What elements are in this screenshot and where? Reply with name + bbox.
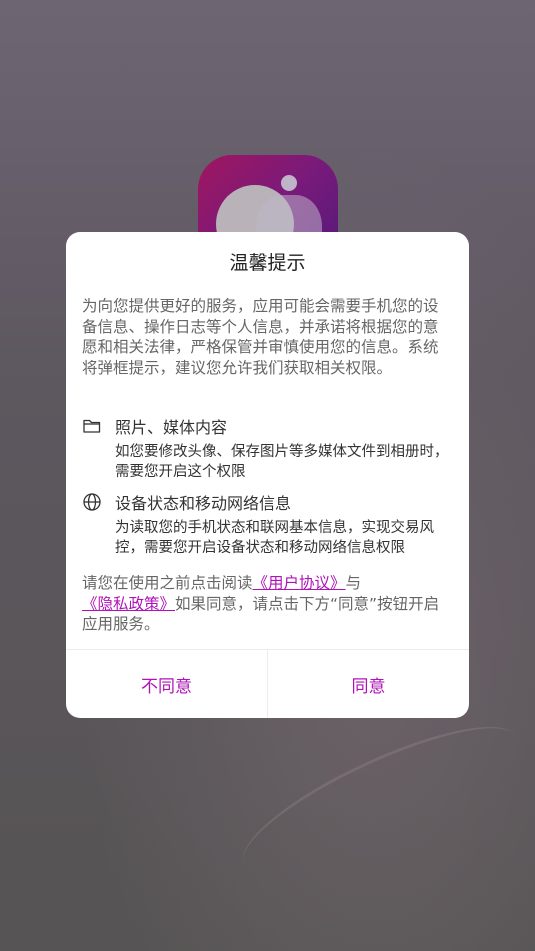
permission-desc-device: 为读取您的手机状态和联网基本信息，实现交易风控，需要您开启设备状态和移动网络信息… <box>115 520 434 556</box>
permission-title-device: 设备状态和移动网络信息 <box>115 494 292 513</box>
dialog-title: 温馨提示 <box>229 252 306 274</box>
globe-icon <box>83 493 101 511</box>
logo-dot-shape <box>281 175 297 191</box>
privacy-dialog: 温馨提示 为向您提供更好的服务，应用可能会需要手机您的设备信息、操作日志等个人信… <box>66 232 469 718</box>
folder-icon <box>83 419 101 433</box>
privacy-policy-link[interactable]: 《隐私政策》 <box>82 595 175 613</box>
dialog-intro-text: 为向您提供更好的服务，应用可能会需要手机您的设备信息、操作日志等个人信息，并承诺… <box>82 297 439 377</box>
permission-desc-media: 如您要修改头像、保存图片等多媒体文件到相册时，需要您开启这个权限 <box>115 444 449 480</box>
agreement-and: 与 <box>345 574 362 592</box>
agreement-prefix: 请您在使用之前点击阅读 <box>82 574 253 592</box>
agree-button[interactable]: 同意 <box>268 650 469 718</box>
dialog-footer: 不同意 同意 <box>66 649 469 718</box>
permission-title-media: 照片、媒体内容 <box>115 418 228 437</box>
disagree-button[interactable]: 不同意 <box>66 650 267 718</box>
agreement-text: 请您在使用之前点击阅读《用户协议》与《隐私政策》如果同意，请点击下方“同意”按钮… <box>82 573 452 635</box>
user-agreement-link[interactable]: 《用户协议》 <box>253 574 346 592</box>
